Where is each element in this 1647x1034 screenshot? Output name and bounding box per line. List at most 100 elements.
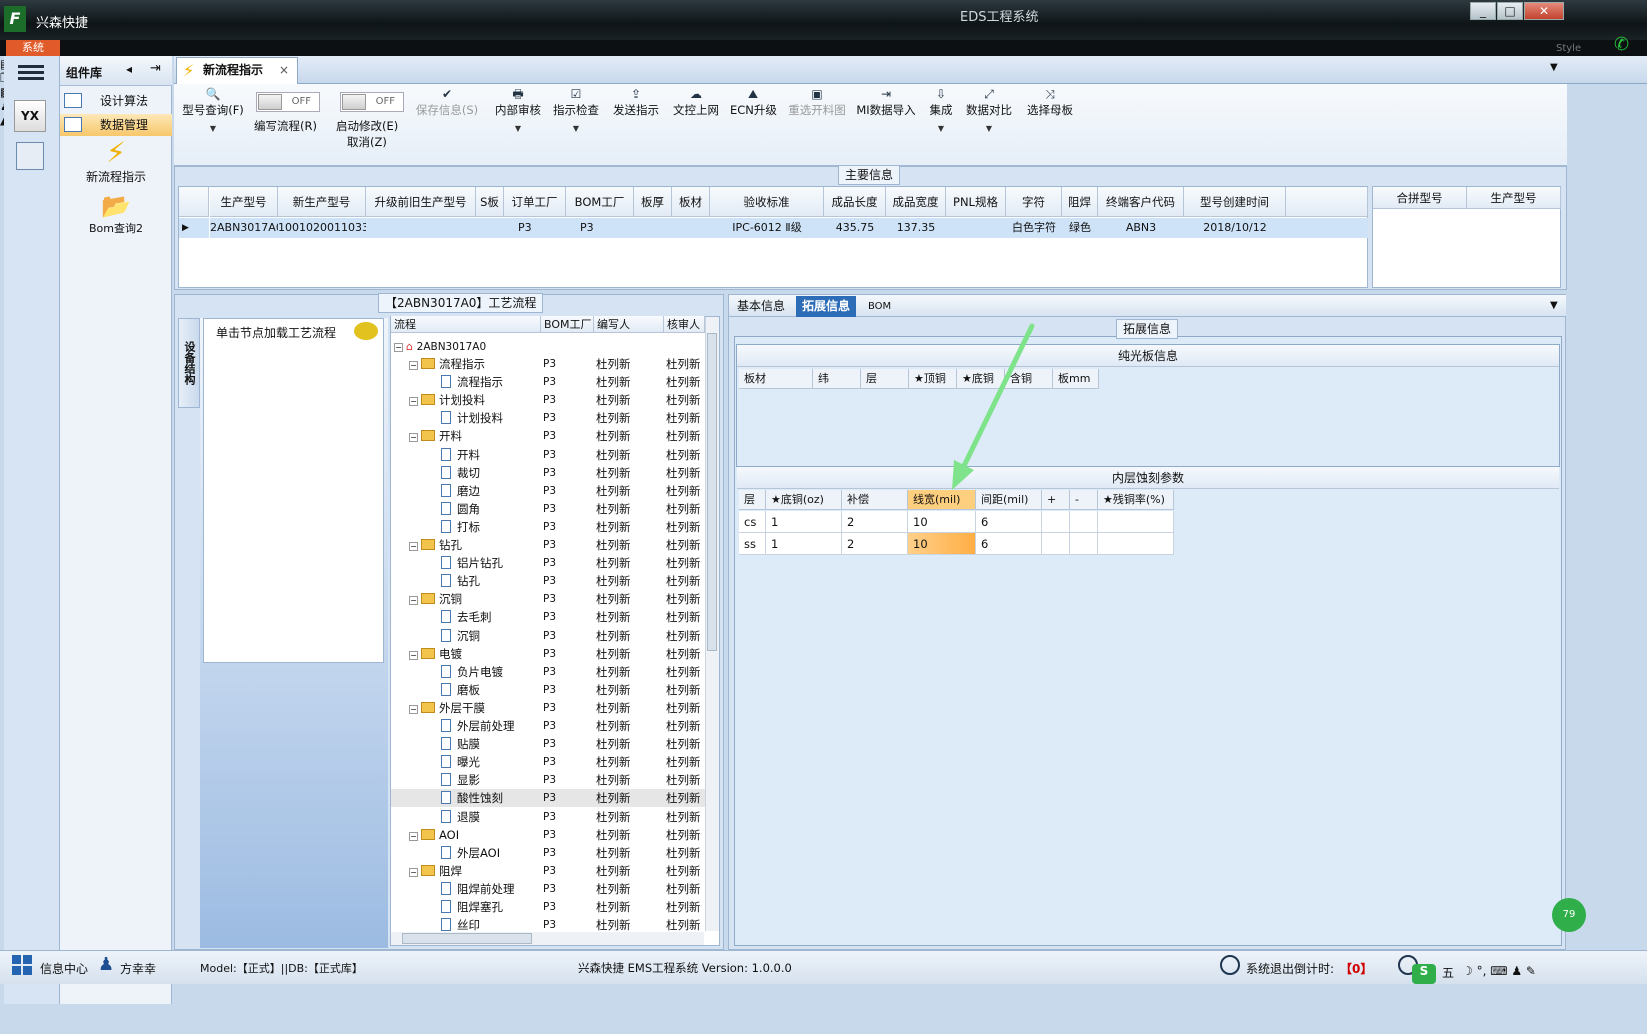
tab-dropdown-icon[interactable]: ▼ [1550, 62, 1558, 73]
column-header[interactable]: 成品宽度 [886, 187, 946, 217]
tab-new-process[interactable]: ⚡ 新流程指示 × [176, 57, 298, 84]
dropdown-arrow-icon[interactable]: ▼ [492, 124, 544, 133]
ribbon-button[interactable]: ▣ 重选开料图 [786, 86, 848, 118]
column-header[interactable]: 字符 [1006, 187, 1062, 217]
tree-node[interactable]: − 电镀 [409, 645, 462, 663]
table-cell[interactable] [946, 218, 1006, 238]
expand-toggle-icon[interactable]: − [409, 542, 418, 551]
yx-factory-icon[interactable]: YX [14, 100, 46, 132]
tree-node[interactable]: − 阻焊 [409, 862, 462, 880]
tree-row[interactable]: 钻孔 P3 杜列新 杜列新 [391, 572, 705, 590]
column-header[interactable]: 层 [739, 490, 766, 510]
expand-toggle-icon[interactable]: − [409, 650, 418, 660]
table-cell[interactable]: 6 [976, 533, 1042, 555]
tree-node[interactable]: 显影 [441, 771, 480, 789]
table-cell[interactable]: 白色字符 [1006, 218, 1062, 238]
tree-node[interactable]: 外层AOI [441, 844, 500, 862]
maximize-button[interactable]: □ [1497, 2, 1523, 20]
ribbon-button[interactable]: 🖶 内部审核 ▼ [492, 86, 544, 133]
table-cell[interactable] [1042, 511, 1070, 533]
tab-basic-info[interactable]: 基本信息 [731, 296, 791, 317]
column-header[interactable]: 升级前旧生产型号 [366, 187, 476, 217]
tree-row[interactable]: − 流程指示 P3 杜列新 杜列新 [391, 355, 705, 373]
dropdown-arrow-icon[interactable]: ▼ [180, 124, 246, 133]
ime-mode[interactable]: 五 [1442, 964, 1454, 981]
dropdown-arrow-icon[interactable]: ▼ [928, 124, 954, 133]
column-header[interactable]: 板mm [1053, 369, 1099, 389]
style-menu[interactable]: Style [1556, 43, 1581, 54]
tree-row[interactable]: 磨边 P3 杜列新 杜列新 [391, 482, 705, 500]
tree-node[interactable]: − 开料 [409, 427, 462, 445]
table-cell[interactable]: cs [739, 511, 766, 533]
tree-row[interactable]: 去毛刺 P3 杜列新 杜列新 [391, 608, 705, 626]
column-header[interactable]: 终端客户代码 [1098, 187, 1184, 217]
table-cell[interactable]: P3 [504, 218, 566, 238]
table-cell[interactable]: ABN3 [1098, 218, 1184, 238]
tree-node[interactable]: 钻孔 [441, 572, 480, 590]
column-header[interactable]: PNL规格 [946, 187, 1006, 217]
tree-hscroll-thumb[interactable] [402, 933, 532, 944]
tree-row[interactable]: − 阻焊 P3 杜列新 杜列新 [391, 862, 705, 880]
tree-row[interactable]: 计划投料 P3 杜列新 杜列新 [391, 409, 705, 427]
ribbon-button[interactable]: ✔ 保存信息(S) [412, 86, 482, 118]
tiles-icon[interactable] [12, 955, 32, 975]
tree-node[interactable]: 酸性蚀刻 [441, 789, 503, 807]
tree-node[interactable]: 开料 [441, 446, 480, 464]
column-header[interactable]: 编写人 [594, 316, 664, 333]
table-cell[interactable]: 2018/10/12 [1184, 218, 1286, 238]
tree-node[interactable]: 外层前处理 [441, 717, 515, 735]
tree-node[interactable]: 贴膜 [441, 735, 480, 753]
floating-help-badge[interactable]: 79 [1552, 898, 1586, 932]
column-header[interactable]: BOM工厂 [566, 187, 634, 217]
column-header[interactable]: 核审人 [664, 316, 705, 333]
table-cell[interactable] [1042, 533, 1070, 555]
expand-toggle-icon[interactable]: − [409, 596, 418, 606]
pin-icon[interactable]: ⇥ [150, 61, 161, 76]
tree-row[interactable]: 圆角 P3 杜列新 杜列新 [391, 500, 705, 518]
ribbon-button[interactable]: ⇩ 集成 ▼ [928, 86, 954, 133]
column-header[interactable]: 阻焊 [1062, 187, 1098, 217]
tree-root[interactable]: − ⌂ 2ABN3017A0 [391, 337, 705, 355]
table-cell[interactable] [1070, 533, 1098, 555]
tree-row[interactable]: − 开料 P3 杜列新 杜列新 [391, 427, 705, 445]
tree-row[interactable]: − AOI P3 杜列新 杜列新 [391, 826, 705, 844]
tree-row[interactable]: 沉铜 P3 杜列新 杜列新 [391, 627, 705, 645]
table-cell[interactable] [672, 218, 710, 238]
grid-corner[interactable] [179, 187, 209, 217]
tree-row[interactable]: 打标 P3 杜列新 杜列新 [391, 518, 705, 536]
tree-node[interactable]: 磨边 [441, 482, 480, 500]
tree-node[interactable]: − 沉铜 [409, 590, 462, 608]
column-header[interactable]: 合拼型号 [1373, 187, 1467, 209]
info-center-link[interactable]: 信息中心 [40, 960, 88, 977]
ribbon-button[interactable]: ⤢ 数据对比 ▼ [964, 86, 1014, 133]
comp-item-design-algorithm[interactable]: 设计算法 [60, 90, 172, 112]
table-cell[interactable]: 2ABN3017A0 [210, 218, 278, 238]
column-header[interactable]: 型号创建时间 [1184, 187, 1286, 217]
tree-node[interactable]: − AOI [409, 826, 459, 844]
table-cell[interactable]: 10010200110339 [278, 218, 366, 238]
column-header[interactable]: 成品长度 [824, 187, 886, 217]
expand-toggle-icon[interactable]: − [409, 433, 418, 443]
tree-node[interactable]: 退膜 [441, 808, 480, 826]
table-cell[interactable]: 435.75 [824, 218, 886, 238]
tree-row[interactable]: 阻焊前处理 P3 杜列新 杜列新 [391, 880, 705, 898]
table-cell[interactable]: ss [739, 533, 766, 555]
tree-node[interactable]: 打标 [441, 518, 480, 536]
ribbon-button[interactable]: ⇪ 发送指示 [612, 86, 660, 118]
tree-row[interactable]: 显影 P3 杜列新 杜列新 [391, 771, 705, 789]
table-cell[interactable]: 绿色 [1062, 218, 1098, 238]
tree-row[interactable]: 酸性蚀刻 P3 杜列新 杜列新 [391, 789, 705, 808]
tree-node[interactable]: − 外层干膜 [409, 699, 485, 717]
column-header[interactable]: S板 [476, 187, 504, 217]
comp-item-bom-query[interactable]: 📂 Bom查询2 [60, 192, 172, 236]
dropdown-arrow-icon[interactable]: ▼ [552, 124, 600, 133]
tree-node[interactable]: 裁切 [441, 464, 480, 482]
table-cell[interactable]: 2 [842, 511, 908, 533]
tab-bom[interactable]: BOM [862, 296, 897, 317]
tree-row[interactable]: − 电镀 P3 杜列新 杜列新 [391, 645, 705, 663]
detail-dropdown-icon[interactable]: ▼ [1550, 300, 1558, 311]
column-header[interactable]: 层 [861, 369, 909, 389]
table-cell[interactable] [1098, 533, 1174, 555]
tree-row[interactable]: − 钻孔 P3 杜列新 杜列新 [391, 536, 705, 554]
tree-node[interactable]: 阻焊前处理 [441, 880, 515, 898]
